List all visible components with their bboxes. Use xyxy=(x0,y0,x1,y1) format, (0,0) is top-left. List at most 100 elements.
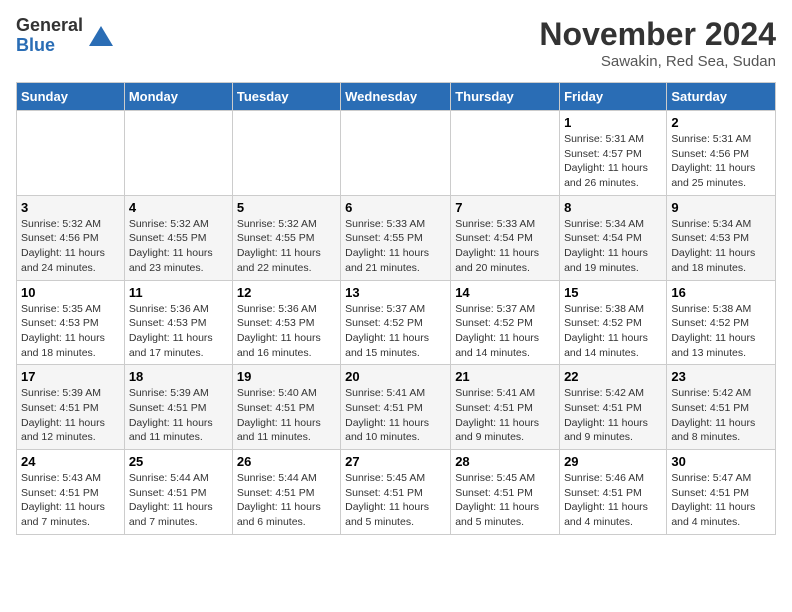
calendar-cell: 16Sunrise: 5:38 AMSunset: 4:52 PMDayligh… xyxy=(667,280,776,365)
calendar-cell: 6 Sunrise: 5:33 AMSunset: 4:55 PMDaylight… xyxy=(341,195,451,280)
calendar-cell xyxy=(124,111,232,196)
calendar-cell: 7 Sunrise: 5:33 AMSunset: 4:54 PMDaylight… xyxy=(451,195,560,280)
day-info: Sunrise: 5:44 AMSunset: 4:51 PMDaylight:… xyxy=(129,471,228,530)
calendar-week-2: 3 Sunrise: 5:32 AMSunset: 4:56 PMDaylight… xyxy=(17,195,776,280)
day-number: 24 xyxy=(21,454,120,469)
day-number: 6 xyxy=(345,200,446,215)
day-info: Sunrise: 5:32 AMSunset: 4:56 PMDaylight:… xyxy=(21,217,120,276)
calendar-cell: 25 Sunrise: 5:44 AMSunset: 4:51 PMDayligh… xyxy=(124,450,232,535)
day-number: 28 xyxy=(455,454,555,469)
day-info: Sunrise: 5:42 AMSunset: 4:51 PMDaylight:… xyxy=(564,386,662,445)
calendar-week-1: 1 Sunrise: 5:31 AMSunset: 4:57 PMDaylight… xyxy=(17,111,776,196)
calendar-cell: 9 Sunrise: 5:34 AMSunset: 4:53 PMDaylight… xyxy=(667,195,776,280)
page-header: General Blue November 2024 Sawakin, Red … xyxy=(16,16,776,70)
logo-general: General xyxy=(16,16,83,36)
day-number: 9 xyxy=(671,200,771,215)
calendar-cell: 14Sunrise: 5:37 AMSunset: 4:52 PMDayligh… xyxy=(451,280,560,365)
day-number: 17 xyxy=(21,369,120,384)
calendar-cell: 30 Sunrise: 5:47 AMSunset: 4:51 PMDayligh… xyxy=(667,450,776,535)
calendar-cell: 20 Sunrise: 5:41 AMSunset: 4:51 PMDayligh… xyxy=(341,365,451,450)
day-info: Sunrise: 5:34 AMSunset: 4:53 PMDaylight:… xyxy=(671,217,771,276)
day-number: 15 xyxy=(564,285,662,300)
day-info: Sunrise: 5:44 AMSunset: 4:51 PMDaylight:… xyxy=(237,471,336,530)
day-info: Sunrise: 5:39 AMSunset: 4:51 PMDaylight:… xyxy=(129,386,228,445)
day-number: 20 xyxy=(345,369,446,384)
day-number: 2 xyxy=(671,115,771,130)
day-info: Sunrise: 5:41 AMSunset: 4:51 PMDaylight:… xyxy=(345,386,446,445)
calendar-cell: 4 Sunrise: 5:32 AMSunset: 4:55 PMDaylight… xyxy=(124,195,232,280)
day-info: Sunrise: 5:43 AMSunset: 4:51 PMDaylight:… xyxy=(21,471,120,530)
day-number: 11 xyxy=(129,285,228,300)
day-info: Sunrise: 5:31 AMSunset: 4:57 PMDaylight:… xyxy=(564,132,662,191)
day-number: 1 xyxy=(564,115,662,130)
calendar-cell: 26 Sunrise: 5:44 AMSunset: 4:51 PMDayligh… xyxy=(232,450,340,535)
logo-blue: Blue xyxy=(16,36,83,56)
location-title: Sawakin, Red Sea, Sudan xyxy=(539,53,776,70)
calendar-cell: 13 Sunrise: 5:37 AMSunset: 4:52 PMDayligh… xyxy=(341,280,451,365)
day-info: Sunrise: 5:33 AMSunset: 4:55 PMDaylight:… xyxy=(345,217,446,276)
day-number: 3 xyxy=(21,200,120,215)
day-number: 19 xyxy=(237,369,336,384)
day-info: Sunrise: 5:36 AMSunset: 4:53 PMDaylight:… xyxy=(129,302,228,361)
day-number: 7 xyxy=(455,200,555,215)
logo-icon xyxy=(87,22,115,50)
calendar-cell xyxy=(451,111,560,196)
calendar-cell: 18 Sunrise: 5:39 AMSunset: 4:51 PMDayligh… xyxy=(124,365,232,450)
day-info: Sunrise: 5:45 AMSunset: 4:51 PMDaylight:… xyxy=(455,471,555,530)
day-number: 22 xyxy=(564,369,662,384)
day-info: Sunrise: 5:46 AMSunset: 4:51 PMDaylight:… xyxy=(564,471,662,530)
day-info: Sunrise: 5:31 AMSunset: 4:56 PMDaylight:… xyxy=(671,132,771,191)
calendar-week-3: 10 Sunrise: 5:35 AMSunset: 4:53 PMDayligh… xyxy=(17,280,776,365)
day-info: Sunrise: 5:45 AMSunset: 4:51 PMDaylight:… xyxy=(345,471,446,530)
day-number: 25 xyxy=(129,454,228,469)
calendar-week-5: 24 Sunrise: 5:43 AMSunset: 4:51 PMDayligh… xyxy=(17,450,776,535)
day-info: Sunrise: 5:42 AMSunset: 4:51 PMDaylight:… xyxy=(671,386,771,445)
day-info: Sunrise: 5:34 AMSunset: 4:54 PMDaylight:… xyxy=(564,217,662,276)
day-info: Sunrise: 5:37 AMSunset: 4:52 PMDaylight:… xyxy=(345,302,446,361)
weekday-header-tuesday: Tuesday xyxy=(232,83,340,111)
day-info: Sunrise: 5:36 AMSunset: 4:53 PMDaylight:… xyxy=(237,302,336,361)
weekday-header-friday: Friday xyxy=(560,83,667,111)
calendar-cell: 8Sunrise: 5:34 AMSunset: 4:54 PMDaylight… xyxy=(560,195,667,280)
weekday-header-wednesday: Wednesday xyxy=(341,83,451,111)
weekday-header-monday: Monday xyxy=(124,83,232,111)
day-info: Sunrise: 5:35 AMSunset: 4:53 PMDaylight:… xyxy=(21,302,120,361)
calendar-cell: 21Sunrise: 5:41 AMSunset: 4:51 PMDayligh… xyxy=(451,365,560,450)
calendar-cell: 19 Sunrise: 5:40 AMSunset: 4:51 PMDayligh… xyxy=(232,365,340,450)
day-number: 23 xyxy=(671,369,771,384)
calendar-cell: 1 Sunrise: 5:31 AMSunset: 4:57 PMDaylight… xyxy=(560,111,667,196)
header-row: SundayMondayTuesdayWednesdayThursdayFrid… xyxy=(17,83,776,111)
month-title: November 2024 xyxy=(539,16,776,53)
calendar-cell: 2 Sunrise: 5:31 AMSunset: 4:56 PMDaylight… xyxy=(667,111,776,196)
day-info: Sunrise: 5:40 AMSunset: 4:51 PMDaylight:… xyxy=(237,386,336,445)
calendar-cell: 17 Sunrise: 5:39 AMSunset: 4:51 PMDayligh… xyxy=(17,365,125,450)
weekday-header-thursday: Thursday xyxy=(451,83,560,111)
calendar-week-4: 17 Sunrise: 5:39 AMSunset: 4:51 PMDayligh… xyxy=(17,365,776,450)
day-number: 29 xyxy=(564,454,662,469)
calendar-table: SundayMondayTuesdayWednesdayThursdayFrid… xyxy=(16,82,776,535)
day-info: Sunrise: 5:38 AMSunset: 4:52 PMDaylight:… xyxy=(671,302,771,361)
calendar-cell: 29 Sunrise: 5:46 AMSunset: 4:51 PMDayligh… xyxy=(560,450,667,535)
calendar-cell xyxy=(341,111,451,196)
day-number: 10 xyxy=(21,285,120,300)
day-number: 30 xyxy=(671,454,771,469)
day-info: Sunrise: 5:32 AMSunset: 4:55 PMDaylight:… xyxy=(237,217,336,276)
day-number: 18 xyxy=(129,369,228,384)
day-number: 13 xyxy=(345,285,446,300)
calendar-cell: 12 Sunrise: 5:36 AMSunset: 4:53 PMDayligh… xyxy=(232,280,340,365)
day-info: Sunrise: 5:38 AMSunset: 4:52 PMDaylight:… xyxy=(564,302,662,361)
day-info: Sunrise: 5:37 AMSunset: 4:52 PMDaylight:… xyxy=(455,302,555,361)
calendar-cell: 22 Sunrise: 5:42 AMSunset: 4:51 PMDayligh… xyxy=(560,365,667,450)
day-number: 26 xyxy=(237,454,336,469)
logo: General Blue xyxy=(16,16,115,56)
day-number: 12 xyxy=(237,285,336,300)
day-info: Sunrise: 5:33 AMSunset: 4:54 PMDaylight:… xyxy=(455,217,555,276)
day-info: Sunrise: 5:32 AMSunset: 4:55 PMDaylight:… xyxy=(129,217,228,276)
day-info: Sunrise: 5:39 AMSunset: 4:51 PMDaylight:… xyxy=(21,386,120,445)
calendar-cell: 5 Sunrise: 5:32 AMSunset: 4:55 PMDaylight… xyxy=(232,195,340,280)
day-info: Sunrise: 5:47 AMSunset: 4:51 PMDaylight:… xyxy=(671,471,771,530)
day-number: 5 xyxy=(237,200,336,215)
calendar-cell: 10 Sunrise: 5:35 AMSunset: 4:53 PMDayligh… xyxy=(17,280,125,365)
calendar-cell: 27Sunrise: 5:45 AMSunset: 4:51 PMDayligh… xyxy=(341,450,451,535)
day-number: 4 xyxy=(129,200,228,215)
